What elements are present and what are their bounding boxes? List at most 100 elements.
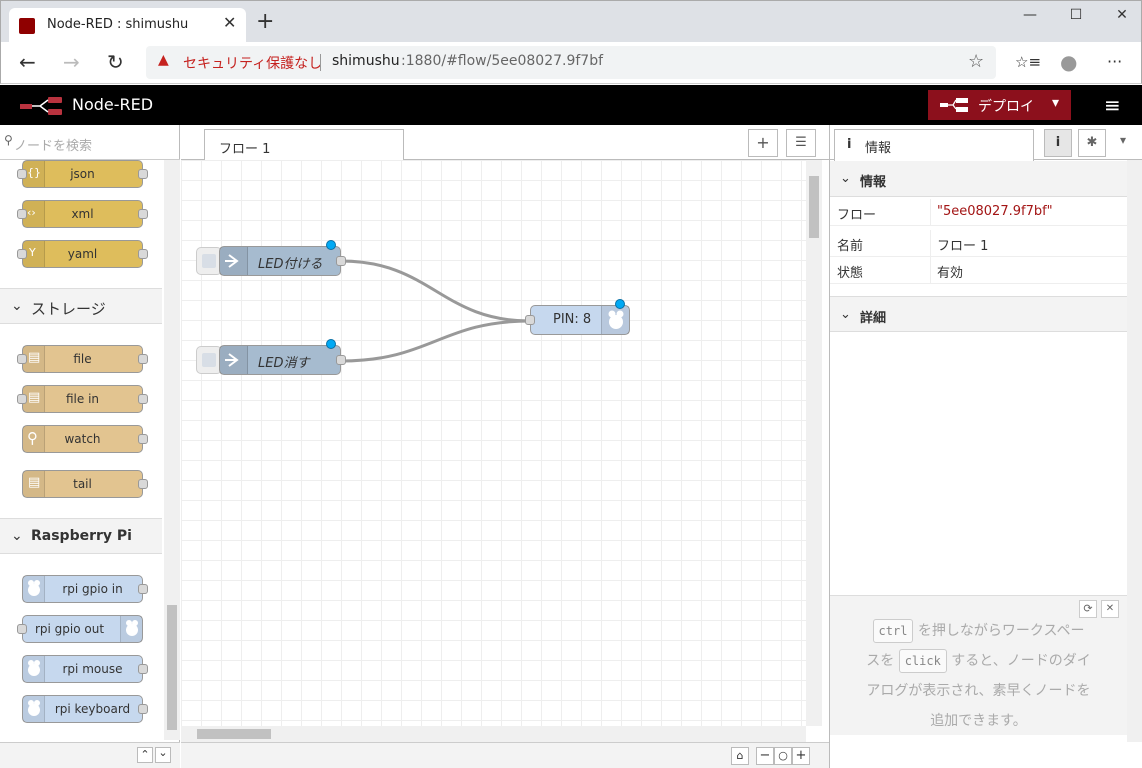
kbd-ctrl: ctrl [872,619,914,643]
node-palette: ⚲ ノードを検索 {} json ‹› xml Y yaml ⌄ ストレージ ▤… [0,125,180,768]
chevron-down-icon: ⌄ [11,528,23,544]
tab-info[interactable]: i 情報 [834,129,1034,161]
list-flows-button[interactable]: ☰ [786,129,816,157]
expand-all-button[interactable]: ⌄ [155,747,171,763]
main-menu-icon[interactable]: ≡ [1104,93,1121,117]
input-port[interactable] [17,169,27,179]
row-key: 状態 [837,266,864,281]
forward-button[interactable]: → [63,50,80,74]
node-red-logo-icon [20,97,62,115]
flow-node-led-off[interactable]: LED消す [219,339,346,375]
tip-line: アログが表示され、素早くノードを [866,683,1091,699]
flow-node-pin-8[interactable]: PIN: 8 [525,299,630,335]
palette-node-json[interactable]: {} json [17,160,148,188]
zoom-reset-button[interactable]: ○ [774,747,792,765]
input-port[interactable] [17,624,27,634]
close-tab-icon[interactable]: ✕ [223,13,236,32]
palette-search[interactable]: ⚲ ノードを検索 [0,125,180,160]
new-tab-button[interactable]: + [256,9,274,34]
palette-node-xml[interactable]: ‹› xml [17,200,148,228]
input-port[interactable] [17,209,27,219]
security-status-text[interactable]: セキュリティ保護なし [183,53,322,73]
input-port[interactable] [17,394,27,404]
palette-node-watch[interactable]: ⚲ watch [22,425,148,453]
more-options-icon[interactable]: ··· [1107,52,1122,71]
output-port[interactable] [138,394,148,404]
palette-scroll-thumb[interactable] [167,605,177,730]
category-raspberry-pi[interactable]: ⌄ Raspberry Pi [0,518,162,554]
tab-flow-1[interactable]: フロー 1 [204,129,404,161]
add-flow-button[interactable]: + [748,129,778,157]
output-port[interactable] [138,704,148,714]
workspace-canvas[interactable]: LED付ける LED消す PIN: 8 [181,160,806,726]
info-row-name: 名前 フロー 1 [830,230,1127,257]
palette-node-label: rpi gpio out [34,622,105,636]
output-port[interactable] [138,354,148,364]
palette-node-rpi-gpio-in[interactable]: rpi gpio in [22,575,148,603]
input-port[interactable] [525,315,535,325]
app-title: Node-RED [72,95,154,114]
output-port[interactable] [336,256,346,266]
close-tip-icon[interactable]: ✕ [1101,600,1119,618]
info-button[interactable]: i [1044,129,1072,157]
navigator-icon[interactable]: ⌂ [731,747,749,765]
refresh-tip-icon[interactable]: ⟳ [1079,600,1097,618]
canvas-horizontal-scrollbar[interactable] [181,726,806,742]
minimize-button[interactable]: — [1015,7,1045,23]
profile-icon[interactable]: ● [1060,50,1077,74]
address-toolbar: ← → ↻ ▲ セキュリティ保護なし shimushu :1880/#flow/… [0,42,1142,84]
collapse-all-button[interactable]: ⌃ [137,747,153,763]
warning-icon[interactable]: ▲ [158,52,169,68]
wire[interactable] [340,319,531,363]
row-value: "5ee08027.9f7bf" [937,204,1053,219]
sidebar-dropdown-icon[interactable]: ▾ [1120,133,1126,147]
details-section-header[interactable]: ⌄ 詳細 [830,296,1127,332]
deploy-button[interactable]: デプロイ ▾ [928,90,1071,120]
palette-node-yaml[interactable]: Y yaml [17,240,148,268]
output-port[interactable] [138,434,148,444]
back-button[interactable]: ← [19,50,36,74]
input-port[interactable] [17,354,27,364]
output-port[interactable] [138,209,148,219]
output-port[interactable] [138,479,148,489]
palette-node-file[interactable]: ▤ file [17,345,148,373]
url-bar[interactable]: ▲ セキュリティ保護なし shimushu :1880/#flow/5ee080… [146,46,996,79]
vertical-scroll-thumb[interactable] [809,176,819,238]
palette-node-label: tail [73,477,92,491]
favorite-star-icon[interactable]: ☆ [968,51,984,72]
output-port[interactable] [138,664,148,674]
palette-node-rpi-gpio-out[interactable]: rpi gpio out [17,615,143,643]
debug-button[interactable]: ✱ [1078,129,1106,157]
palette-scrollbar[interactable] [164,160,180,740]
output-port[interactable] [138,169,148,179]
zoom-in-button[interactable]: + [792,747,810,765]
wire[interactable] [340,259,531,323]
collections-icon[interactable]: ☆≡ [1015,53,1041,71]
canvas-vertical-scrollbar[interactable] [806,160,822,726]
output-port[interactable] [336,355,346,365]
zoom-out-button[interactable]: − [756,747,774,765]
category-storage[interactable]: ⌄ ストレージ [0,288,162,324]
reload-button[interactable]: ↻ [107,50,124,74]
info-section-header[interactable]: ⌄ 情報 [830,161,1127,197]
browser-tab[interactable]: Node-RED : shimushu ✕ [9,8,246,43]
deploy-dropdown-icon[interactable]: ▾ [1052,95,1059,111]
palette-node-rpi-mouse[interactable]: rpi mouse [22,655,148,683]
info-sidebar: i 情報 i ✱ ▾ ⌄ 情報 フロー "5ee08027.9f7bf" 名前 … [829,125,1142,768]
horizontal-scroll-thumb[interactable] [197,729,271,739]
maximize-button[interactable]: ☐ [1061,7,1091,23]
tip-panel: ⟳ ✕ ctrl を押しながらワークスペー スを click すると、ノードのダ… [830,595,1127,735]
output-port[interactable] [138,249,148,259]
palette-node-file-in[interactable]: ▤ file in [17,385,148,413]
input-port[interactable] [17,249,27,259]
output-port[interactable] [138,584,148,594]
workspace-tabs: フロー 1 + ☰ [181,125,829,161]
palette-node-rpi-keyboard[interactable]: rpi keyboard [22,695,148,723]
row-value: 有効 [937,266,964,281]
sidebar-scrollbar[interactable] [1127,160,1142,742]
flow-node-led-on[interactable]: LED付ける [219,240,346,276]
window-close-button[interactable]: ✕ [1107,7,1137,23]
search-input[interactable]: ノードを検索 [14,135,92,154]
palette-node-tail[interactable]: ▤ tail [22,470,148,498]
url-host: shimushu [332,53,400,69]
